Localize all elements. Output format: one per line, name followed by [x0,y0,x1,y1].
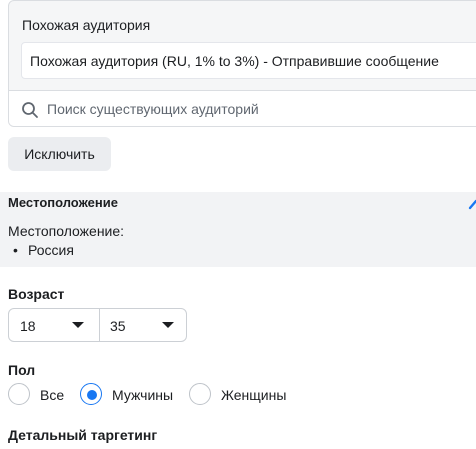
age-range-selector: 18 35 [8,308,187,342]
radio-dot [87,390,97,400]
age-from-value: 18 [20,318,36,334]
search-icon [22,102,38,118]
location-label: Местоположение: [8,223,125,239]
selected-audience-label: Похожая аудитория (RU, 1% to 3%) - Отпра… [30,53,439,69]
gender-option-male[interactable]: Мужчины [80,383,180,407]
exclude-button[interactable]: Исключить [8,137,111,171]
radio-unchecked-icon [8,383,30,405]
location-item-label: Россия [28,242,74,258]
age-label: Возраст [8,286,65,302]
gender-option-label: Все [40,387,65,403]
audience-search-input[interactable] [47,99,427,119]
location-item: • Россия [8,242,74,259]
radio-unchecked-icon [189,383,211,405]
gender-option-label: Женщины [221,387,287,403]
gender-option-label: Мужчины [112,387,174,403]
age-to-select[interactable]: 35 [99,309,186,341]
location-panel: Местоположение Местоположение: • Россия [0,192,476,267]
gender-label: Пол [8,362,36,378]
detailed-targeting-label: Детальный таргетинг [8,427,158,443]
caret-down-icon [162,322,174,328]
radio-checked-icon [80,383,102,405]
gender-option-female[interactable]: Женщины [189,383,299,407]
audience-search-row [9,90,476,126]
location-list: • Россия [8,242,74,259]
bullet-icon: • [13,242,18,258]
caret-down-icon [72,322,84,328]
age-to-value: 35 [110,318,126,334]
selected-audience-chip[interactable]: Похожая аудитория (RU, 1% to 3%) - Отпра… [21,42,476,79]
edit-pencil-icon[interactable] [466,196,476,212]
age-from-select[interactable]: 18 [9,309,100,341]
custom-audience-heading: Похожая аудитория [22,17,151,33]
custom-audience-box: Похожая аудитория Похожая аудитория (RU,… [8,0,476,127]
gender-option-all[interactable]: Все [8,383,78,407]
location-title: Местоположение [8,195,118,210]
